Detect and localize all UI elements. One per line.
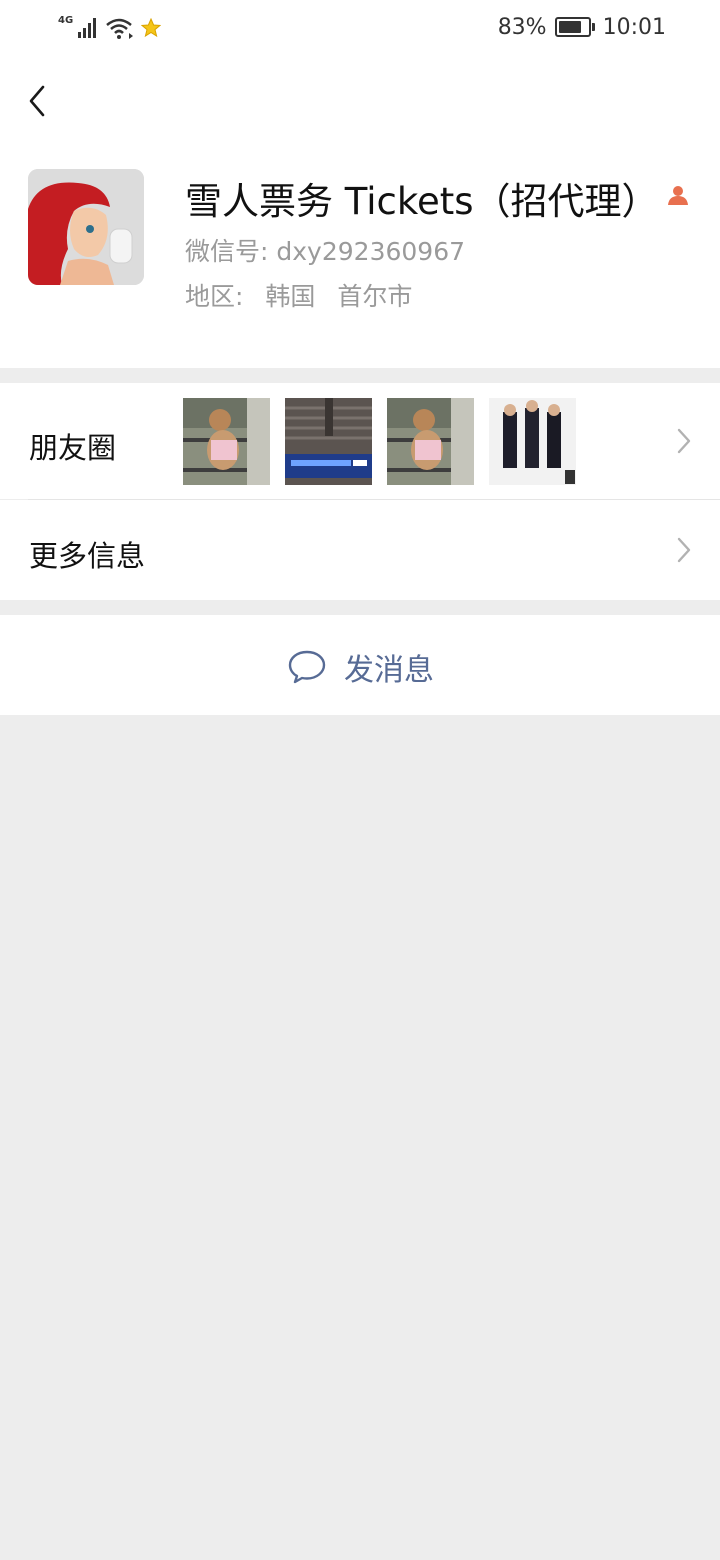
battery-percent: 83%	[497, 14, 547, 40]
chevron-right-icon	[677, 428, 691, 454]
send-message-content: 发消息	[288, 645, 434, 689]
wechat-id-row: 微信号: dxy292360967	[185, 232, 465, 268]
avatar[interactable]	[28, 169, 144, 285]
contact-person-icon	[668, 186, 688, 205]
chevron-right-icon	[677, 537, 691, 563]
send-message-button[interactable]: 发消息	[0, 615, 720, 715]
battery-icon	[554, 17, 595, 37]
more-info-row[interactable]: 更多信息	[0, 500, 720, 600]
region-city: 首尔市	[337, 282, 413, 311]
moments-thumbnail[interactable]	[387, 398, 474, 485]
status-bar: 4G 83% 10:01	[0, 0, 720, 56]
moments-thumbnails	[183, 398, 576, 485]
region-label: 地区:	[185, 282, 244, 311]
chat-bubble-icon	[288, 650, 326, 684]
wechat-id-label: 微信号:	[185, 237, 269, 266]
profile-header: 雪人票务 Tickets（招代理） 微信号: dxy292360967 地区: …	[0, 56, 720, 368]
back-arrow-icon[interactable]	[20, 80, 60, 120]
moments-thumbnail[interactable]	[183, 398, 270, 485]
send-message-label: 发消息	[344, 653, 434, 688]
wechat-id-value: dxy292360967	[276, 237, 466, 266]
status-right: 83% 10:01	[498, 12, 666, 42]
star-notification-icon	[141, 18, 162, 38]
profile-name: 雪人票务 Tickets（招代理）	[185, 180, 659, 223]
wifi-icon	[106, 18, 134, 39]
clock: 10:01	[602, 14, 666, 40]
status-left: 4G	[58, 14, 162, 42]
moments-thumbnail[interactable]	[489, 398, 576, 485]
moments-row[interactable]: 朋友圈	[0, 383, 720, 499]
network-type: 4G	[58, 14, 74, 26]
moments-thumbnail[interactable]	[285, 398, 372, 485]
region-country: 韩国	[265, 282, 316, 311]
region-row: 地区: 韩国 首尔市	[185, 277, 412, 313]
more-info-label: 更多信息	[29, 539, 146, 573]
signal-icon	[78, 18, 97, 38]
moments-label: 朋友圈	[29, 431, 117, 465]
